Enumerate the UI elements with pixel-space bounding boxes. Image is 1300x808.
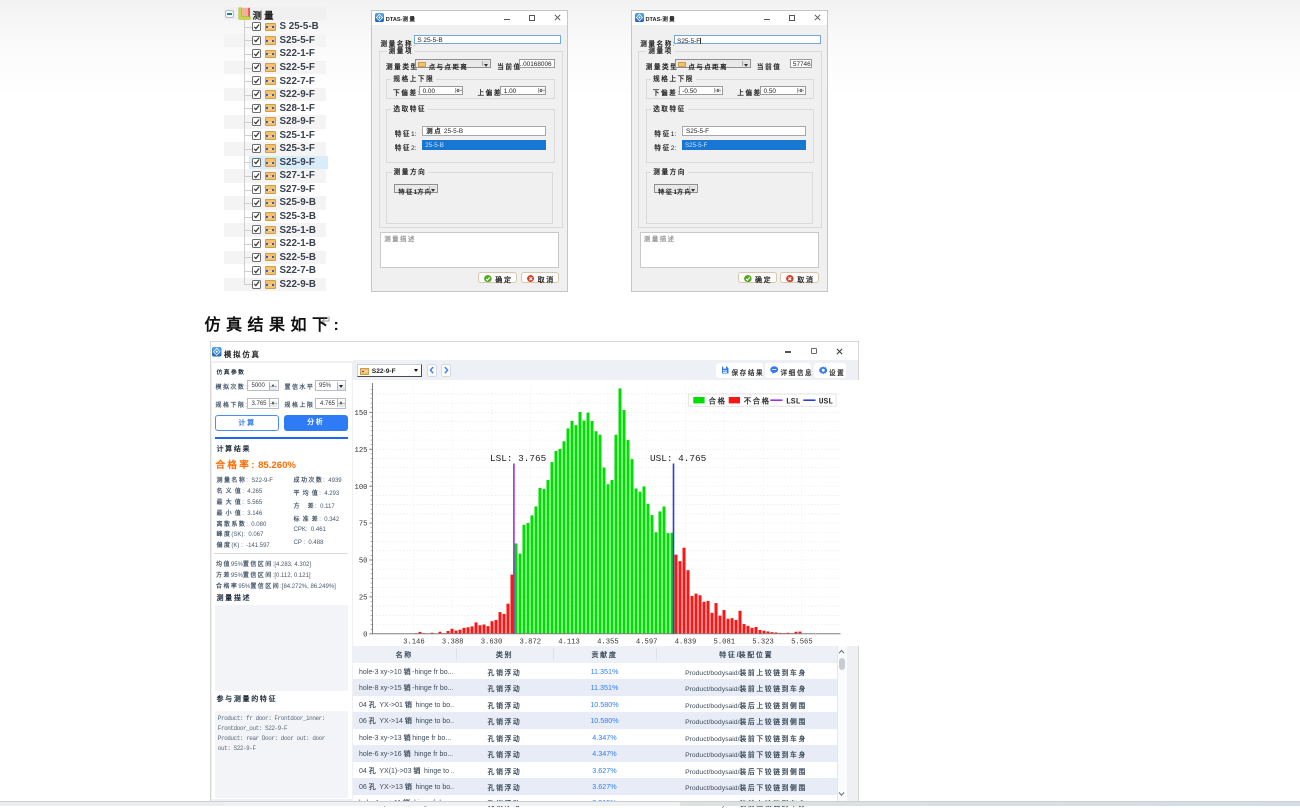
svg-text:LSL: 3.765: LSL: 3.765 (490, 453, 547, 464)
svg-text:4.839: 4.839 (674, 638, 696, 646)
svg-text:25: 25 (358, 594, 367, 602)
svg-text:不合格: 不合格 (743, 396, 770, 405)
svg-text:4.113: 4.113 (558, 638, 580, 646)
svg-text:5.081: 5.081 (713, 638, 735, 646)
svg-text:3.146: 3.146 (403, 638, 425, 646)
svg-text:5.323: 5.323 (752, 638, 774, 646)
svg-text:150: 150 (354, 410, 367, 418)
svg-text:合格: 合格 (707, 396, 726, 405)
svg-text:100: 100 (354, 484, 367, 492)
svg-text:50: 50 (358, 558, 367, 566)
svg-text:USL: USL (818, 397, 833, 406)
svg-text:125: 125 (354, 447, 367, 455)
svg-text:3.872: 3.872 (519, 638, 541, 646)
svg-text:4.355: 4.355 (597, 638, 619, 646)
svg-text:LSL: LSL (786, 397, 801, 406)
svg-text:5.565: 5.565 (791, 638, 813, 646)
svg-text:3.630: 3.630 (480, 638, 502, 646)
svg-text:USL: 4.765: USL: 4.765 (650, 453, 707, 464)
svg-text:0: 0 (363, 631, 367, 639)
svg-text:75: 75 (358, 521, 367, 529)
svg-text:3.388: 3.388 (441, 638, 463, 646)
svg-text:4.597: 4.597 (635, 638, 657, 646)
